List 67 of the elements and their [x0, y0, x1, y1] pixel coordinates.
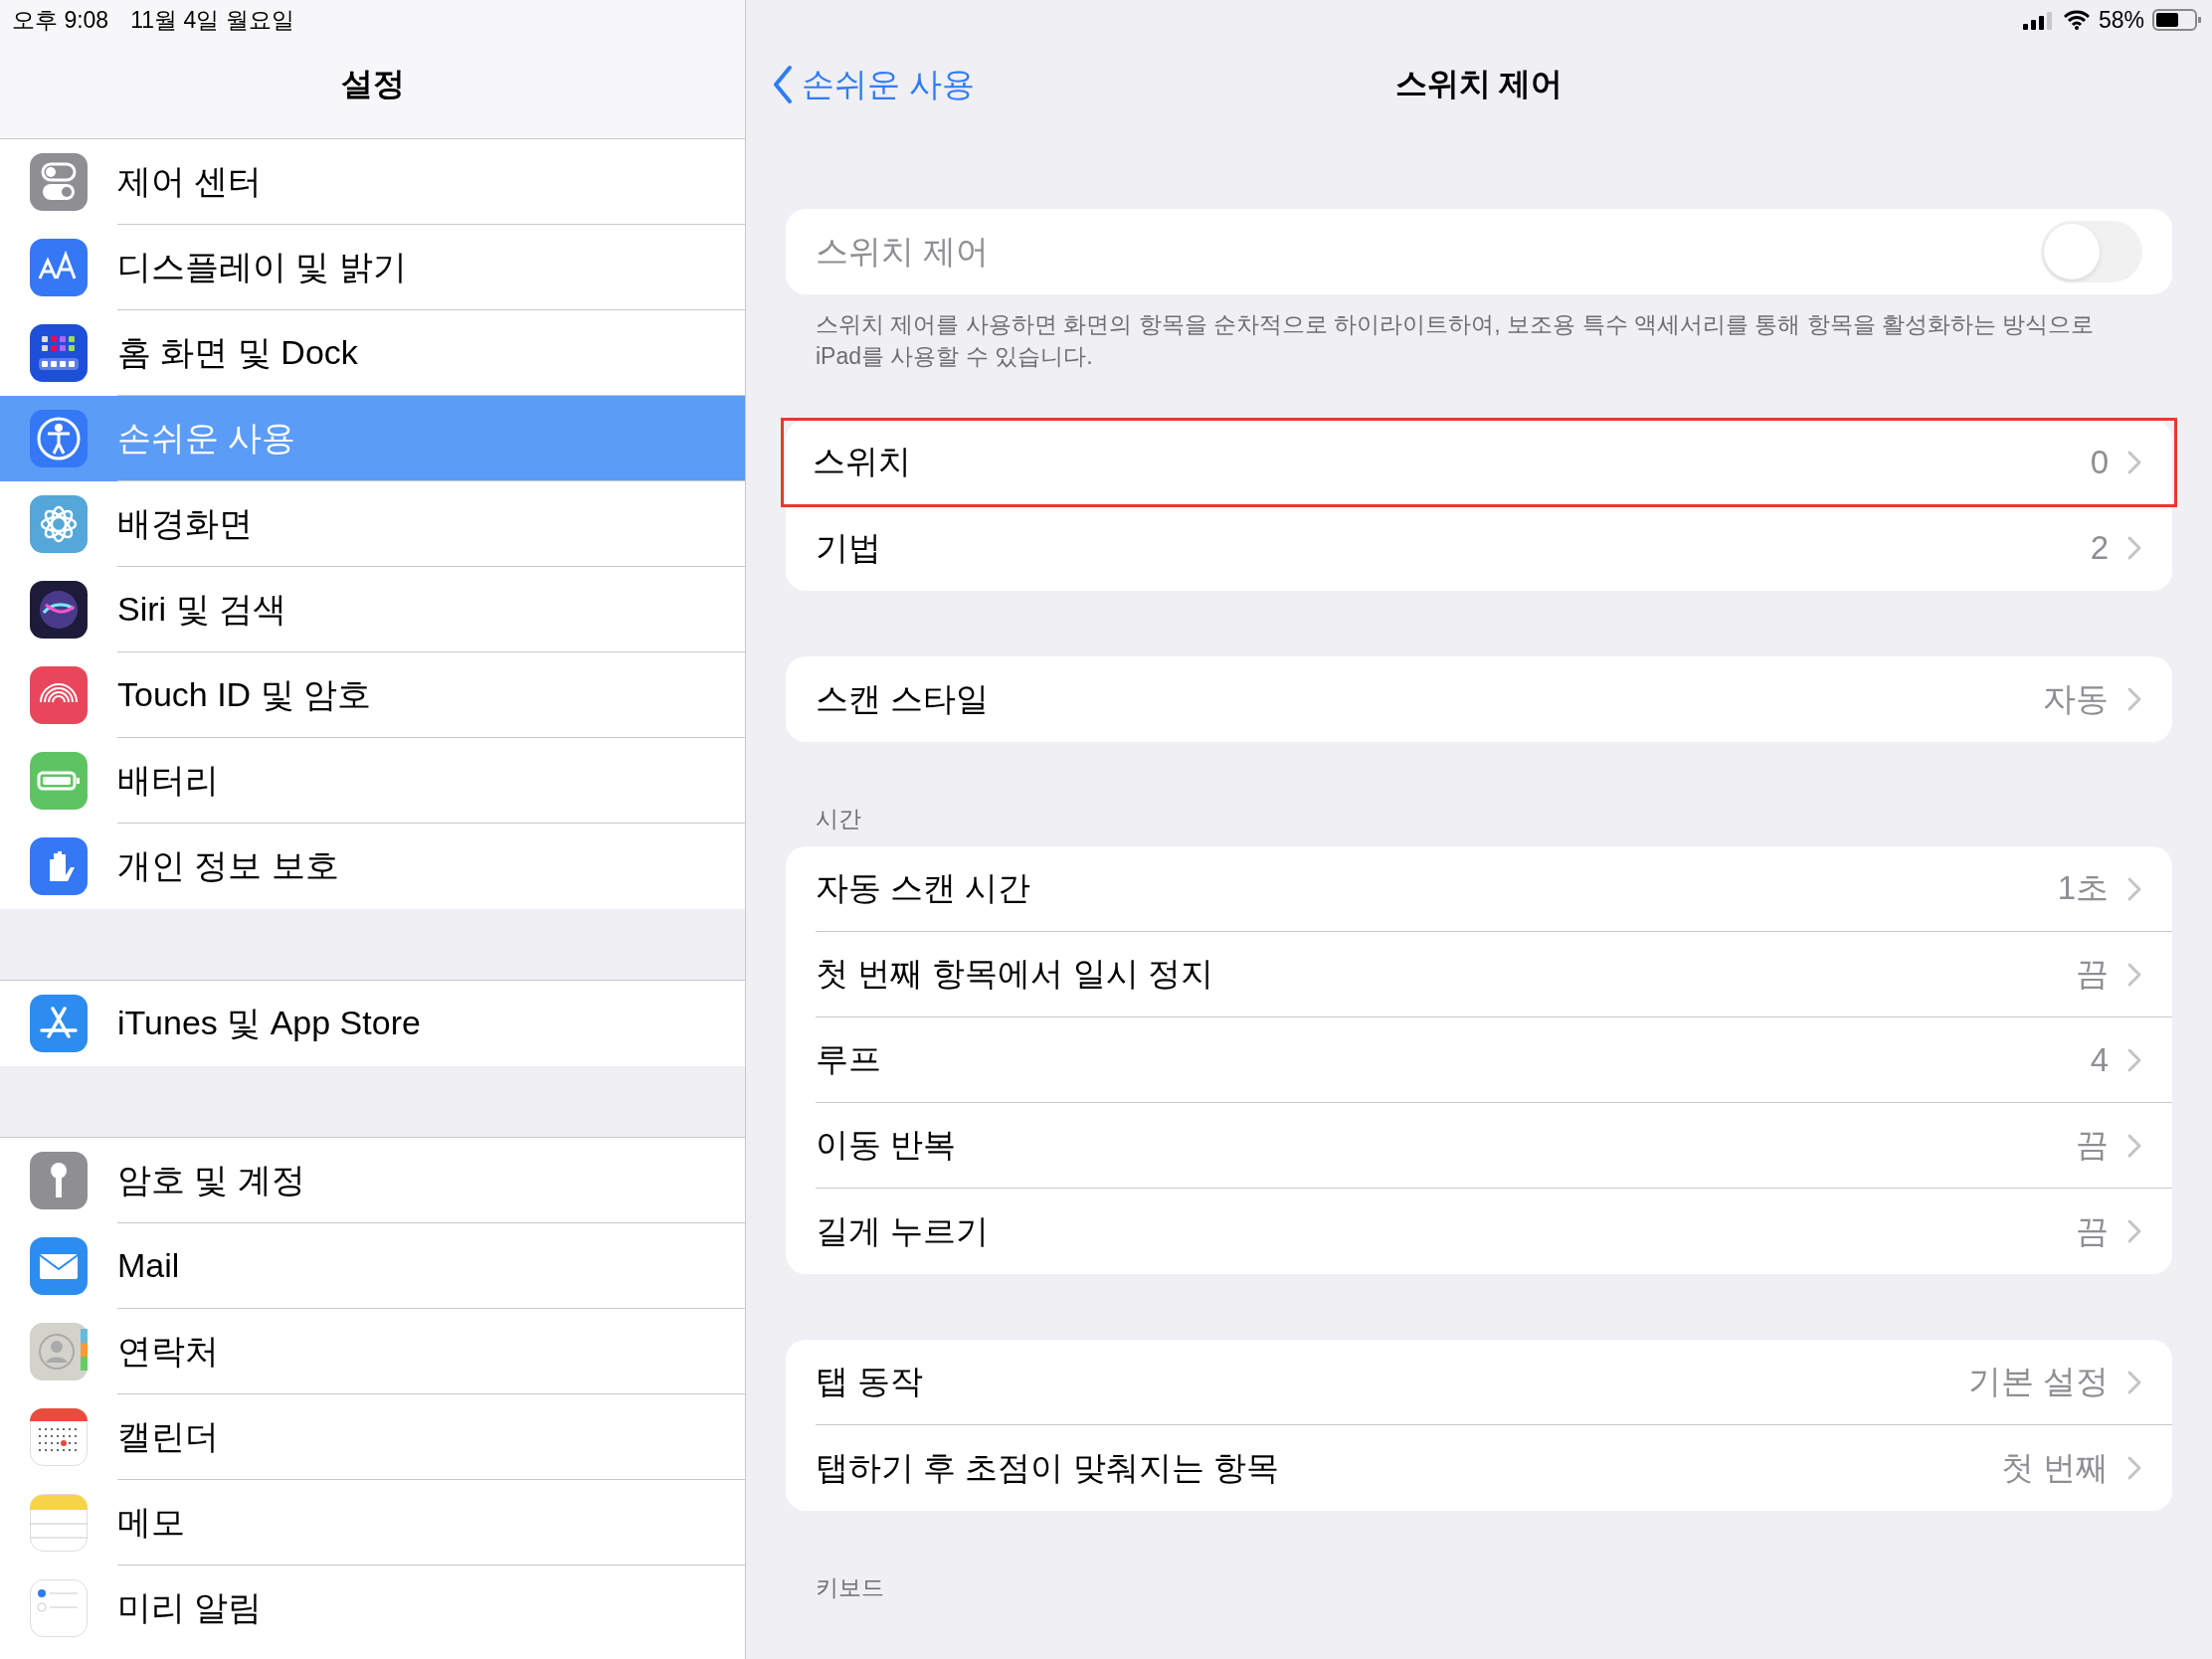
settings-row[interactable]: 탭 동작 기본 설정 — [786, 1340, 2172, 1426]
orb-icon — [30, 581, 88, 639]
calendar-icon — [30, 1408, 88, 1466]
battery-icon — [30, 752, 88, 810]
row-value: 자동 — [2043, 678, 2109, 719]
row-label: 루프 — [816, 1039, 882, 1080]
row-value: 끔 — [2076, 1125, 2109, 1166]
chevron-icon — [2126, 1369, 2142, 1395]
row-value: 첫 번째 — [2000, 1447, 2109, 1488]
settings-row[interactable]: 첫 번째 항목에서 일시 정지 끔 — [786, 932, 2172, 1018]
chevron-icon — [2126, 961, 2142, 988]
battery-percent: 58% — [2098, 6, 2144, 34]
row-value: 4 — [2090, 1040, 2109, 1079]
settings-row[interactable]: 이동 반복 끔 — [786, 1103, 2172, 1190]
row-label: 스위치 — [813, 442, 912, 482]
settings-row[interactable]: 스캔 스타일 자동 — [786, 656, 2172, 743]
notepad-icon — [30, 1494, 88, 1552]
key-icon — [30, 1152, 88, 1209]
chevron-icon — [2126, 1132, 2142, 1159]
chevron-icon — [2126, 535, 2142, 562]
settings-row[interactable]: 길게 누르기 끔 — [786, 1189, 2172, 1275]
section-header: 키보드 — [816, 1574, 884, 1601]
back-chevron-icon — [772, 65, 794, 104]
section-header: 시간 — [816, 806, 861, 832]
chevron-icon — [2126, 1218, 2142, 1245]
row-label: 길게 누르기 — [816, 1210, 991, 1251]
settings-row[interactable]: 탭하기 후 초점이 맞춰지는 항목 첫 번째 — [786, 1425, 2172, 1512]
settings-row[interactable]: 기법 2 — [786, 505, 2172, 592]
row-value: 기본 설정 — [1967, 1362, 2109, 1402]
home-grid-icon — [30, 324, 88, 382]
status-time: 오후 9:08 — [12, 5, 109, 35]
row-label: 이동 반복 — [816, 1125, 958, 1166]
app-store-icon — [30, 995, 88, 1052]
row-value: 2 — [2090, 529, 2109, 568]
row-value: 1초 — [2057, 868, 2109, 909]
chevron-icon — [2126, 1455, 2142, 1482]
row-value: 끔 — [2076, 1210, 2109, 1251]
wifi-icon — [2062, 9, 2091, 31]
battery-icon — [2152, 8, 2202, 32]
row-label: 첫 번째 항목에서 일시 정지 — [816, 954, 1214, 995]
chevron-icon — [2126, 875, 2142, 902]
settings-row[interactable]: 자동 스캔 시간 1초 — [786, 846, 2172, 933]
row-label: 탭 동작 — [816, 1362, 925, 1402]
page-title: 스위치 제어 — [1394, 65, 1564, 103]
row-label: 자동 스캔 시간 — [816, 868, 1032, 909]
row-value: 끔 — [2076, 954, 2109, 995]
row-label: 탭하기 후 초점이 맞춰지는 항목 — [816, 1447, 1280, 1488]
footer-text: 스위치 제어를 사용하면 화면의 항목을 순차적으로 하이라이트하여, 보조용 특수 액세서리를 통해 항목을 활성화하는 방식으로 iPad를 사용할 수 있습니다. — [815, 310, 2096, 372]
text-size-icon — [30, 239, 88, 296]
signal-icon — [2022, 10, 2055, 30]
status-date: 11월 4일 월요일 — [130, 5, 294, 35]
contact-icon — [30, 1323, 88, 1381]
toggles-icon — [30, 153, 88, 211]
row-label: 스위치 제어 — [816, 231, 991, 272]
chevron-icon — [2126, 1046, 2142, 1073]
hand-icon — [30, 837, 88, 895]
row-value: 0 — [2090, 443, 2109, 481]
settings-row[interactable]: 루프 4 — [786, 1017, 2172, 1104]
envelope-icon — [30, 1237, 88, 1295]
chevron-icon — [2126, 686, 2142, 713]
row-label: 기법 — [816, 527, 882, 568]
accessibility-icon — [30, 410, 88, 467]
row-label: 스캔 스타일 — [816, 678, 991, 719]
settings-row[interactable]: 스위치 0 — [783, 420, 2175, 506]
checklist-icon — [30, 1579, 88, 1637]
sidebar-title: 설정 — [340, 64, 405, 103]
chevron-icon — [2126, 449, 2142, 475]
